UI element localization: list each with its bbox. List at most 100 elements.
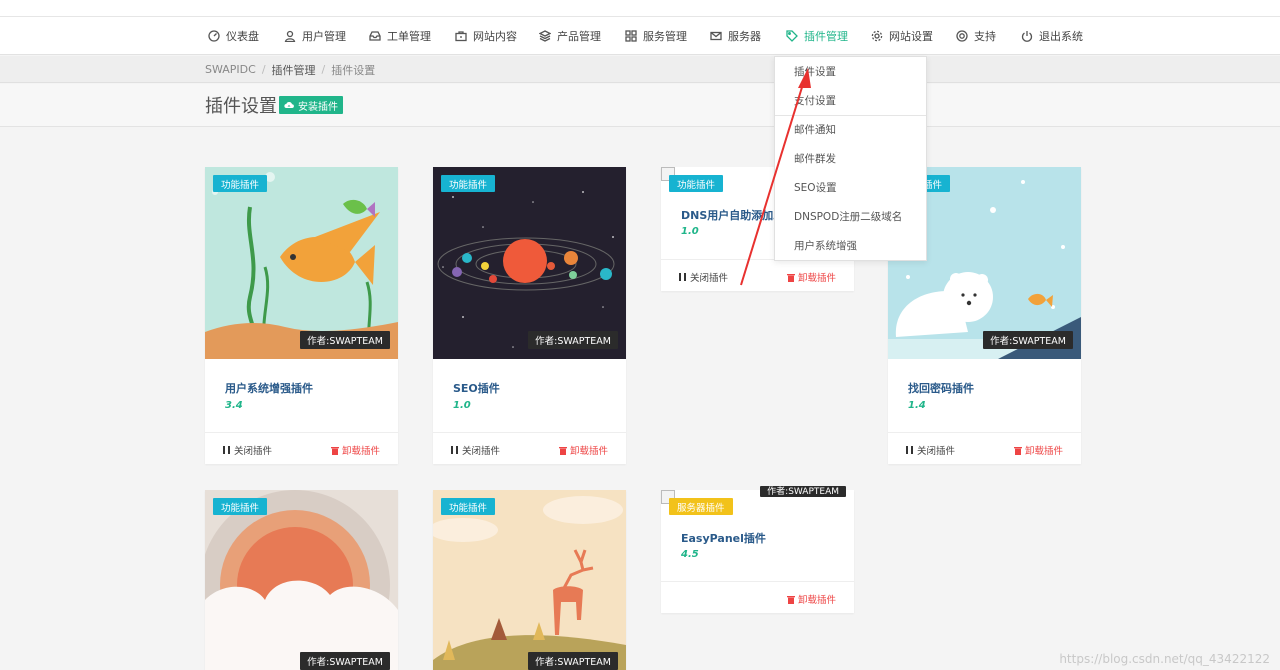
uninstall-plugin-button[interactable]: 卸载插件	[786, 270, 836, 284]
plugin-type-badge: 功能插件	[669, 175, 724, 192]
plugin-type-badge: 功能插件	[441, 175, 496, 192]
plugin-type-badge: 服务器插件	[669, 498, 733, 515]
trash-icon	[1013, 446, 1022, 455]
uninstall-label: 卸载插件	[1024, 446, 1063, 457]
envelope-icon	[710, 31, 722, 41]
plugin-name[interactable]: 用户系统增强插件	[225, 380, 313, 396]
disable-plugin-button[interactable]: 关闭插件	[679, 270, 728, 284]
briefcase-icon	[455, 31, 467, 42]
plugin-version: 3.4	[225, 400, 243, 411]
plugin-card: 功能插件 作者:SWAPTEAM	[205, 490, 398, 670]
trash-icon	[786, 595, 795, 604]
layers-icon	[539, 30, 551, 42]
gear-icon	[871, 30, 883, 42]
plugin-type-badge: 功能插件	[441, 498, 496, 515]
nav-item-support[interactable]: 支持	[956, 17, 996, 55]
author-badge: 作者:SWAPTEAM	[300, 652, 390, 670]
uninstall-label: 卸载插件	[797, 273, 836, 284]
plugin-actions: 关闭插件 卸载插件	[661, 259, 854, 291]
plugin-card: 功能插件 作者:SWAPTEAM 用户系统增强插件 3.4 关闭插件 卸载插件	[205, 167, 398, 464]
browser-top-strip	[0, 0, 1280, 17]
disable-plugin-button[interactable]: 关闭插件	[223, 443, 272, 457]
menu-item-user-enhance[interactable]: 用户系统增强	[775, 231, 926, 260]
nav-item-servers[interactable]: 服务器	[710, 17, 761, 55]
disable-plugin-button[interactable]: 关闭插件	[451, 443, 500, 457]
plugin-cover-deer: 功能插件 作者:SWAPTEAM	[433, 490, 626, 670]
install-plugin-button[interactable]: 安装插件	[279, 96, 343, 114]
breadcrumb-item-plugins[interactable]: 插件管理	[272, 62, 316, 78]
menu-item-mass-email[interactable]: 邮件群发	[775, 144, 926, 173]
grid-icon	[625, 30, 637, 42]
plugin-version: 4.5	[681, 549, 699, 560]
menu-item-plugin-settings[interactable]: 插件设置	[775, 57, 926, 86]
nav-item-logout[interactable]: 退出系统	[1021, 17, 1083, 55]
disable-plugin-button[interactable]: 关闭插件	[906, 443, 955, 457]
plugin-version: 1.0	[681, 226, 699, 237]
page-title: 插件设置	[205, 96, 277, 117]
breadcrumb-bar: SWAPIDC / 插件管理 / 插件设置	[0, 56, 1280, 83]
menu-item-dnspod-subdomain[interactable]: DNSPOD注册二级域名	[775, 202, 926, 231]
inbox-icon	[369, 31, 381, 41]
nav-item-plugins[interactable]: 插件管理	[786, 17, 848, 55]
plugin-cover-sun: 功能插件 作者:SWAPTEAM	[205, 490, 398, 670]
nav-item-content[interactable]: 网站内容	[455, 17, 517, 55]
nav-item-products[interactable]: 产品管理	[539, 17, 601, 55]
power-icon	[1021, 31, 1033, 42]
author-badge: 作者:SWAPTEAM	[983, 331, 1073, 349]
trash-icon	[330, 446, 339, 455]
watermark-text: https://blog.csdn.net/qq_43422122	[1059, 652, 1270, 666]
uninstall-plugin-button[interactable]: 卸载插件	[558, 443, 608, 457]
menu-item-payment-settings[interactable]: 支付设置	[775, 86, 926, 115]
top-nav: 仪表盘 用户管理 工单管理 网站内容 产品管理 服务管理 服务器 插件管理 网站…	[0, 17, 1280, 55]
nav-item-label: 网站设置	[889, 30, 933, 43]
pause-icon	[906, 446, 913, 454]
plugin-actions: 卸载插件	[661, 581, 854, 613]
title-bar	[0, 84, 1280, 127]
disable-label: 关闭插件	[690, 273, 729, 284]
breadcrumb-item-home[interactable]: SWAPIDC	[205, 63, 256, 76]
plugin-name[interactable]: 找回密码插件	[908, 380, 974, 396]
plugin-type-badge: 功能插件	[213, 175, 268, 192]
plugin-name[interactable]: SEO插件	[453, 380, 500, 396]
author-badge: 作者:SWAPTEAM	[300, 331, 390, 349]
uninstall-plugin-button[interactable]: 卸载插件	[1013, 443, 1063, 457]
uninstall-label: 卸载插件	[797, 595, 836, 606]
plugin-version: 1.4	[908, 400, 926, 411]
menu-item-seo-settings[interactable]: SEO设置	[775, 173, 926, 202]
pause-icon	[451, 446, 458, 454]
uninstall-plugin-button[interactable]: 卸载插件	[330, 443, 380, 457]
trash-icon	[786, 273, 795, 282]
menu-item-email-notify[interactable]: 邮件通知	[775, 115, 926, 144]
nav-item-label: 服务器	[728, 30, 761, 43]
plugin-actions: 关闭插件 卸载插件	[205, 432, 398, 464]
cloud-upload-icon	[284, 102, 294, 109]
gauge-icon	[208, 30, 220, 42]
plugin-version: 1.0	[453, 400, 471, 411]
nav-item-site-settings[interactable]: 网站设置	[871, 17, 933, 55]
disable-label: 关闭插件	[917, 446, 956, 457]
plugin-actions: 关闭插件 卸载插件	[888, 432, 1081, 464]
install-plugin-label: 安装插件	[298, 101, 338, 113]
nav-item-label: 产品管理	[557, 30, 601, 43]
nav-item-label: 插件管理	[804, 30, 848, 43]
nav-item-dashboard[interactable]: 仪表盘	[208, 17, 259, 55]
plugin-cover-fish: 功能插件 作者:SWAPTEAM	[205, 167, 398, 359]
nav-item-tickets[interactable]: 工单管理	[369, 17, 431, 55]
nav-item-services[interactable]: 服务管理	[625, 17, 687, 55]
author-badge: 作者:SWAPTEAM	[528, 652, 618, 670]
plugin-name[interactable]: EasyPanel插件	[681, 530, 766, 546]
plugins-dropdown-menu: 插件设置 支付设置 邮件通知 邮件群发 SEO设置 DNSPOD注册二级域名 用…	[774, 56, 927, 261]
author-badge: 作者:SWAPTEAM	[528, 331, 618, 349]
pause-icon	[679, 273, 686, 281]
plugin-card: 作者:SWAPTEAM 服务器插件 EasyPanel插件 4.5 卸载插件	[661, 486, 854, 613]
uninstall-plugin-button[interactable]: 卸载插件	[786, 592, 836, 606]
plugin-card: 功能插件 作者:SWAPTEAM	[433, 490, 626, 670]
nav-item-label: 退出系统	[1039, 30, 1083, 43]
uninstall-label: 卸载插件	[569, 446, 608, 457]
plugin-cover-planets: 功能插件 作者:SWAPTEAM	[433, 167, 626, 359]
lifebuoy-icon	[956, 30, 968, 42]
plugin-card: 功能插件 作者:SWAPTEAM SEO插件 1.0 关闭插件 卸载插件	[433, 167, 626, 464]
breadcrumb: SWAPIDC / 插件管理 / 插件设置	[205, 62, 376, 78]
nav-item-users[interactable]: 用户管理	[284, 17, 346, 55]
uninstall-label: 卸载插件	[341, 446, 380, 457]
